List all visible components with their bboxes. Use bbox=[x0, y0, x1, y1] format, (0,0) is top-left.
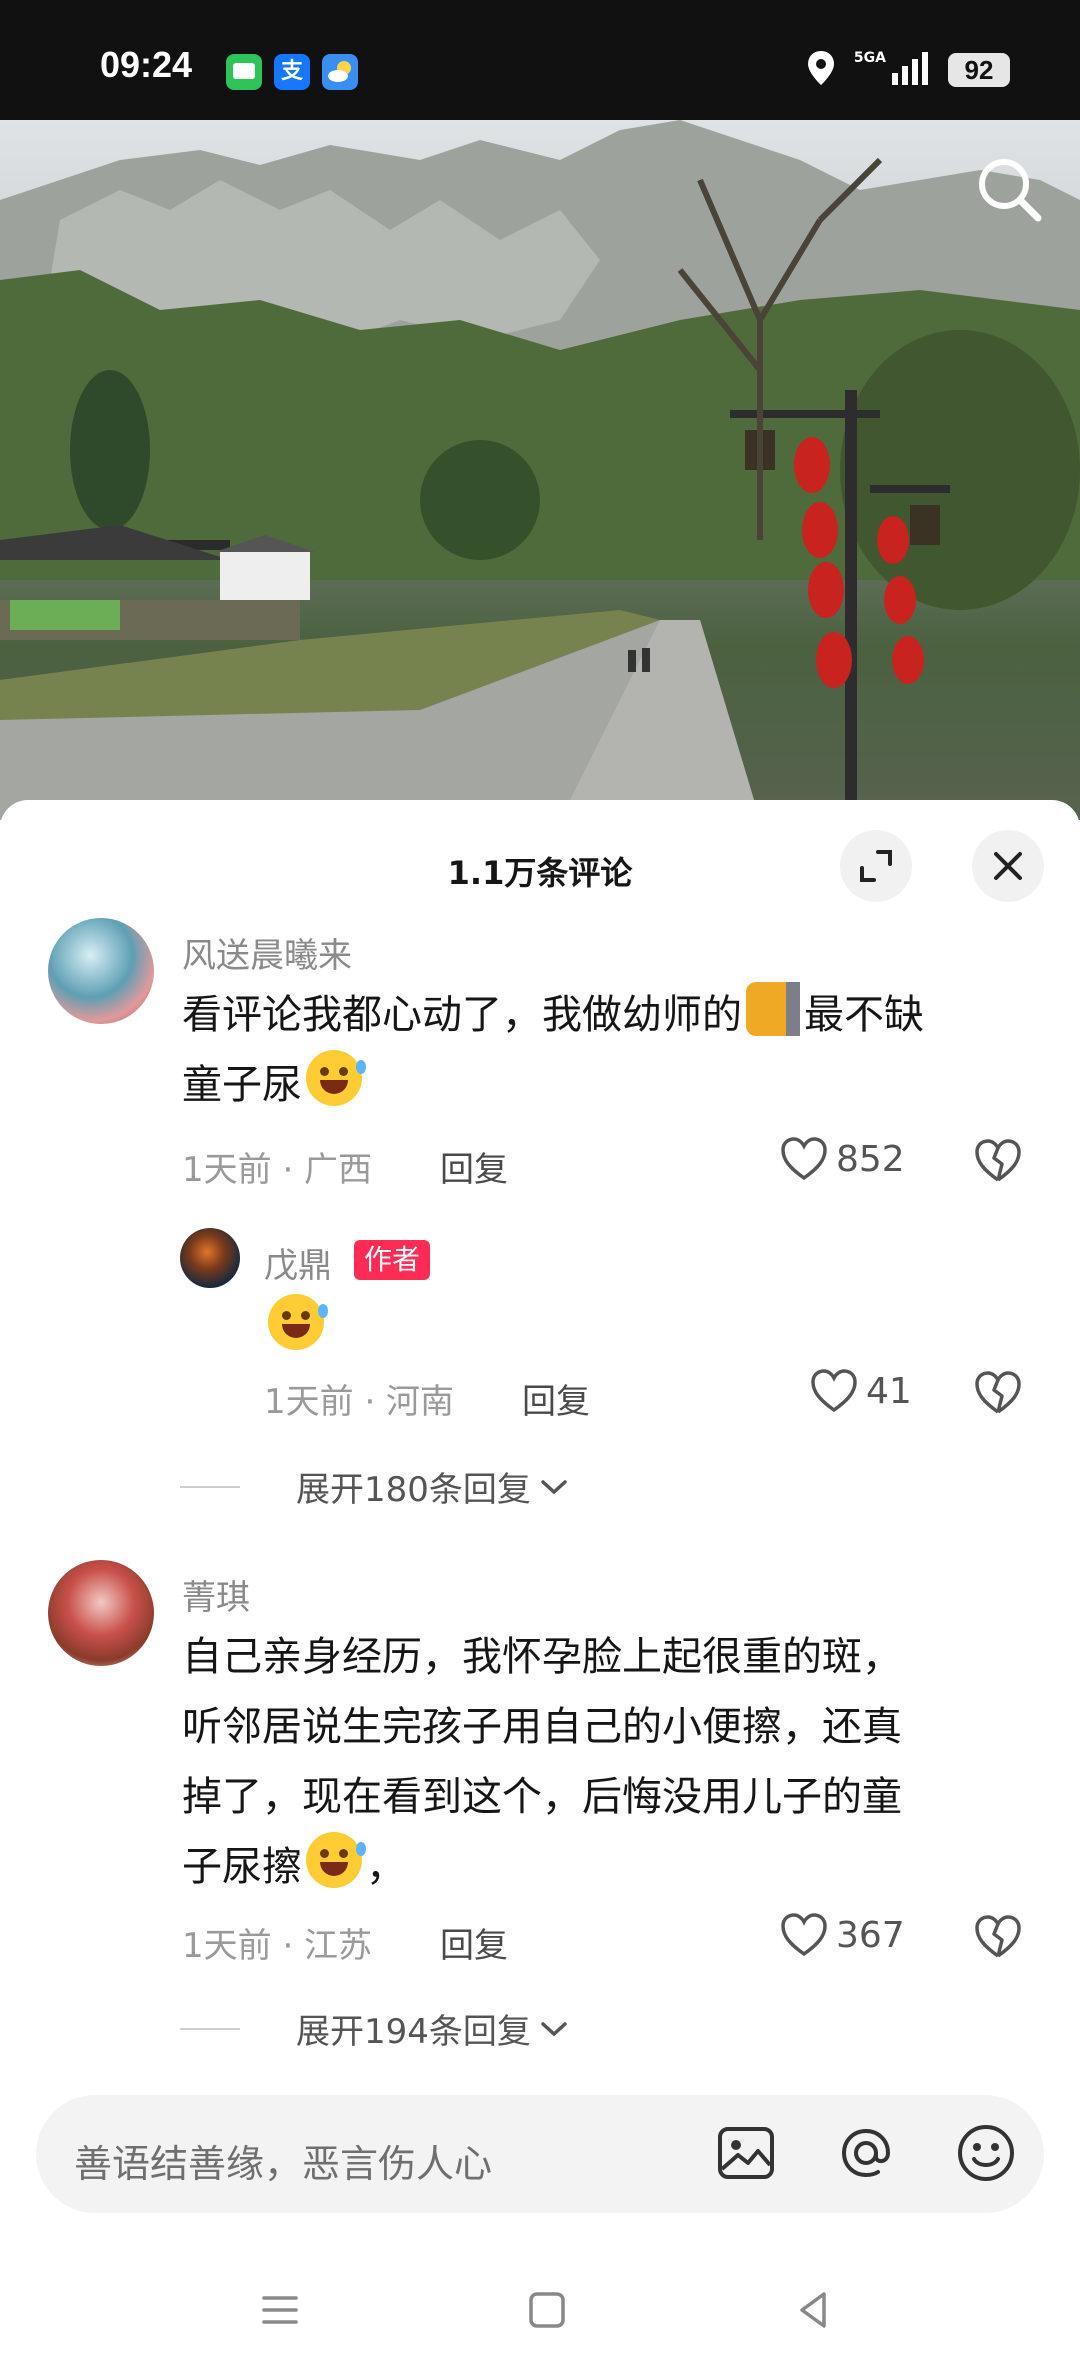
expand-replies-label: 展开180条回复 bbox=[296, 1470, 531, 1510]
comment-meta: 1天前 · 江苏 bbox=[182, 1926, 373, 1966]
comment-username[interactable]: 风送晨曦来 bbox=[182, 928, 352, 977]
battery-indicator: 92 bbox=[948, 53, 1010, 87]
comment-input-bar[interactable]: 善语结善缘，恶言伤人心 bbox=[36, 2095, 1044, 2213]
like-count: 852 bbox=[836, 1138, 905, 1180]
chevron-down-icon bbox=[541, 2021, 567, 2036]
author-badge: 作者 bbox=[354, 1240, 431, 1280]
broken-heart-icon bbox=[975, 1139, 1021, 1182]
reply-text bbox=[264, 1294, 328, 1364]
chevron-down-icon bbox=[541, 1479, 567, 1494]
alipay-icon: 支 bbox=[274, 54, 310, 90]
comment-text: 自己亲身经历，我怀孕脸上起很重的斑， 听邻居说生完孩子用自己的小便擦，还真 掉了… bbox=[182, 1622, 1042, 1902]
comment-meta: 1天前 · 广西 bbox=[182, 1150, 373, 1190]
square-icon bbox=[529, 2292, 565, 2328]
expand-replies-button[interactable]: 展开194条回复 bbox=[180, 2004, 569, 2053]
expand-replies-button[interactable]: 展开180条回复 bbox=[180, 1462, 569, 1511]
like-button[interactable]: 852 bbox=[780, 1136, 905, 1182]
broken-heart-icon bbox=[975, 1371, 1021, 1414]
mention-icon[interactable] bbox=[834, 2121, 898, 2185]
dislike-button[interactable] bbox=[974, 1370, 1022, 1420]
hero-photo bbox=[0, 120, 1080, 820]
back-nav-button[interactable] bbox=[784, 2280, 844, 2340]
reply-button[interactable]: 回复 bbox=[440, 1142, 508, 1191]
emoji-icon[interactable] bbox=[954, 2121, 1018, 2185]
like-button[interactable]: 367 bbox=[780, 1912, 905, 1958]
expand-icon bbox=[860, 850, 892, 882]
dislike-button[interactable] bbox=[974, 1138, 1022, 1188]
laugh-cry-emoji-icon bbox=[268, 1294, 328, 1350]
avatar[interactable] bbox=[48, 918, 154, 1024]
scenery-illustration bbox=[0, 120, 1080, 820]
comment-text-part: 童子尿 bbox=[182, 1062, 302, 1108]
close-icon bbox=[994, 852, 1022, 880]
comment-text: 看评论我都心动了，我做幼师的 最不缺 童子尿 bbox=[182, 980, 1022, 1120]
menu-icon bbox=[262, 2296, 298, 2324]
expand-replies-label: 展开194条回复 bbox=[296, 2012, 531, 2052]
location-icon bbox=[806, 49, 836, 91]
image-icon[interactable] bbox=[714, 2121, 778, 2185]
comment-text-part: 看评论我都心动了，我做幼师的 bbox=[182, 992, 742, 1038]
like-count: 41 bbox=[866, 1370, 912, 1412]
grin-sweat-emoji-icon bbox=[306, 1050, 366, 1106]
expand-sheet-button[interactable] bbox=[840, 830, 912, 902]
menu-nav-button[interactable] bbox=[250, 2280, 310, 2340]
comment-text-line: 听邻居说生完孩子用自己的小便擦，还真 bbox=[182, 1704, 902, 1750]
broken-heart-icon bbox=[975, 1915, 1021, 1958]
comment-text-line: 自己亲身经历，我怀孕脸上起很重的斑， bbox=[182, 1634, 902, 1680]
signal-icon bbox=[890, 51, 930, 89]
close-sheet-button[interactable] bbox=[972, 830, 1044, 902]
like-count: 367 bbox=[836, 1914, 905, 1956]
comment-username[interactable]: 菁琪 bbox=[182, 1570, 250, 1619]
reply-button[interactable]: 回复 bbox=[522, 1374, 590, 1423]
comment-text-line: 子尿擦 bbox=[182, 1844, 302, 1890]
comment-text-part: 最不缺 bbox=[804, 992, 924, 1038]
like-button[interactable]: 41 bbox=[810, 1368, 912, 1414]
cat-emoji-icon bbox=[746, 982, 800, 1036]
dislike-button[interactable] bbox=[974, 1914, 1022, 1964]
search-icon[interactable] bbox=[970, 150, 1050, 230]
comment-input[interactable]: 善语结善缘，恶言伤人心 bbox=[74, 2133, 492, 2188]
avatar[interactable] bbox=[180, 1228, 240, 1288]
message-icon bbox=[226, 54, 262, 90]
home-nav-button[interactable] bbox=[517, 2280, 577, 2340]
heart-icon bbox=[811, 1369, 857, 1413]
laugh-cry-emoji-icon bbox=[306, 1832, 366, 1888]
reply-meta: 1天前 · 河南 bbox=[264, 1382, 455, 1422]
comment-text-line: 掉了，现在看到这个，后悔没用儿子的童 bbox=[182, 1774, 902, 1820]
weather-icon bbox=[322, 54, 358, 90]
network-label: 5GA bbox=[853, 50, 886, 66]
avatar[interactable] bbox=[48, 1560, 154, 1666]
reply-button[interactable]: 回复 bbox=[440, 1918, 508, 1967]
heart-icon bbox=[781, 1137, 827, 1181]
heart-icon bbox=[781, 1913, 827, 1957]
comment-text-line: ， bbox=[366, 1844, 406, 1890]
status-bar: 09:24 支 5GA 92 bbox=[0, 0, 1080, 120]
comment-count-title: 1.1万条评论 bbox=[447, 854, 633, 892]
divider-line bbox=[180, 1485, 240, 1488]
divider-line bbox=[180, 2027, 240, 2030]
status-time: 09:24 bbox=[100, 44, 193, 85]
reply-username[interactable]: 戊鼎 bbox=[264, 1238, 332, 1287]
back-triangle-icon bbox=[800, 2292, 826, 2328]
